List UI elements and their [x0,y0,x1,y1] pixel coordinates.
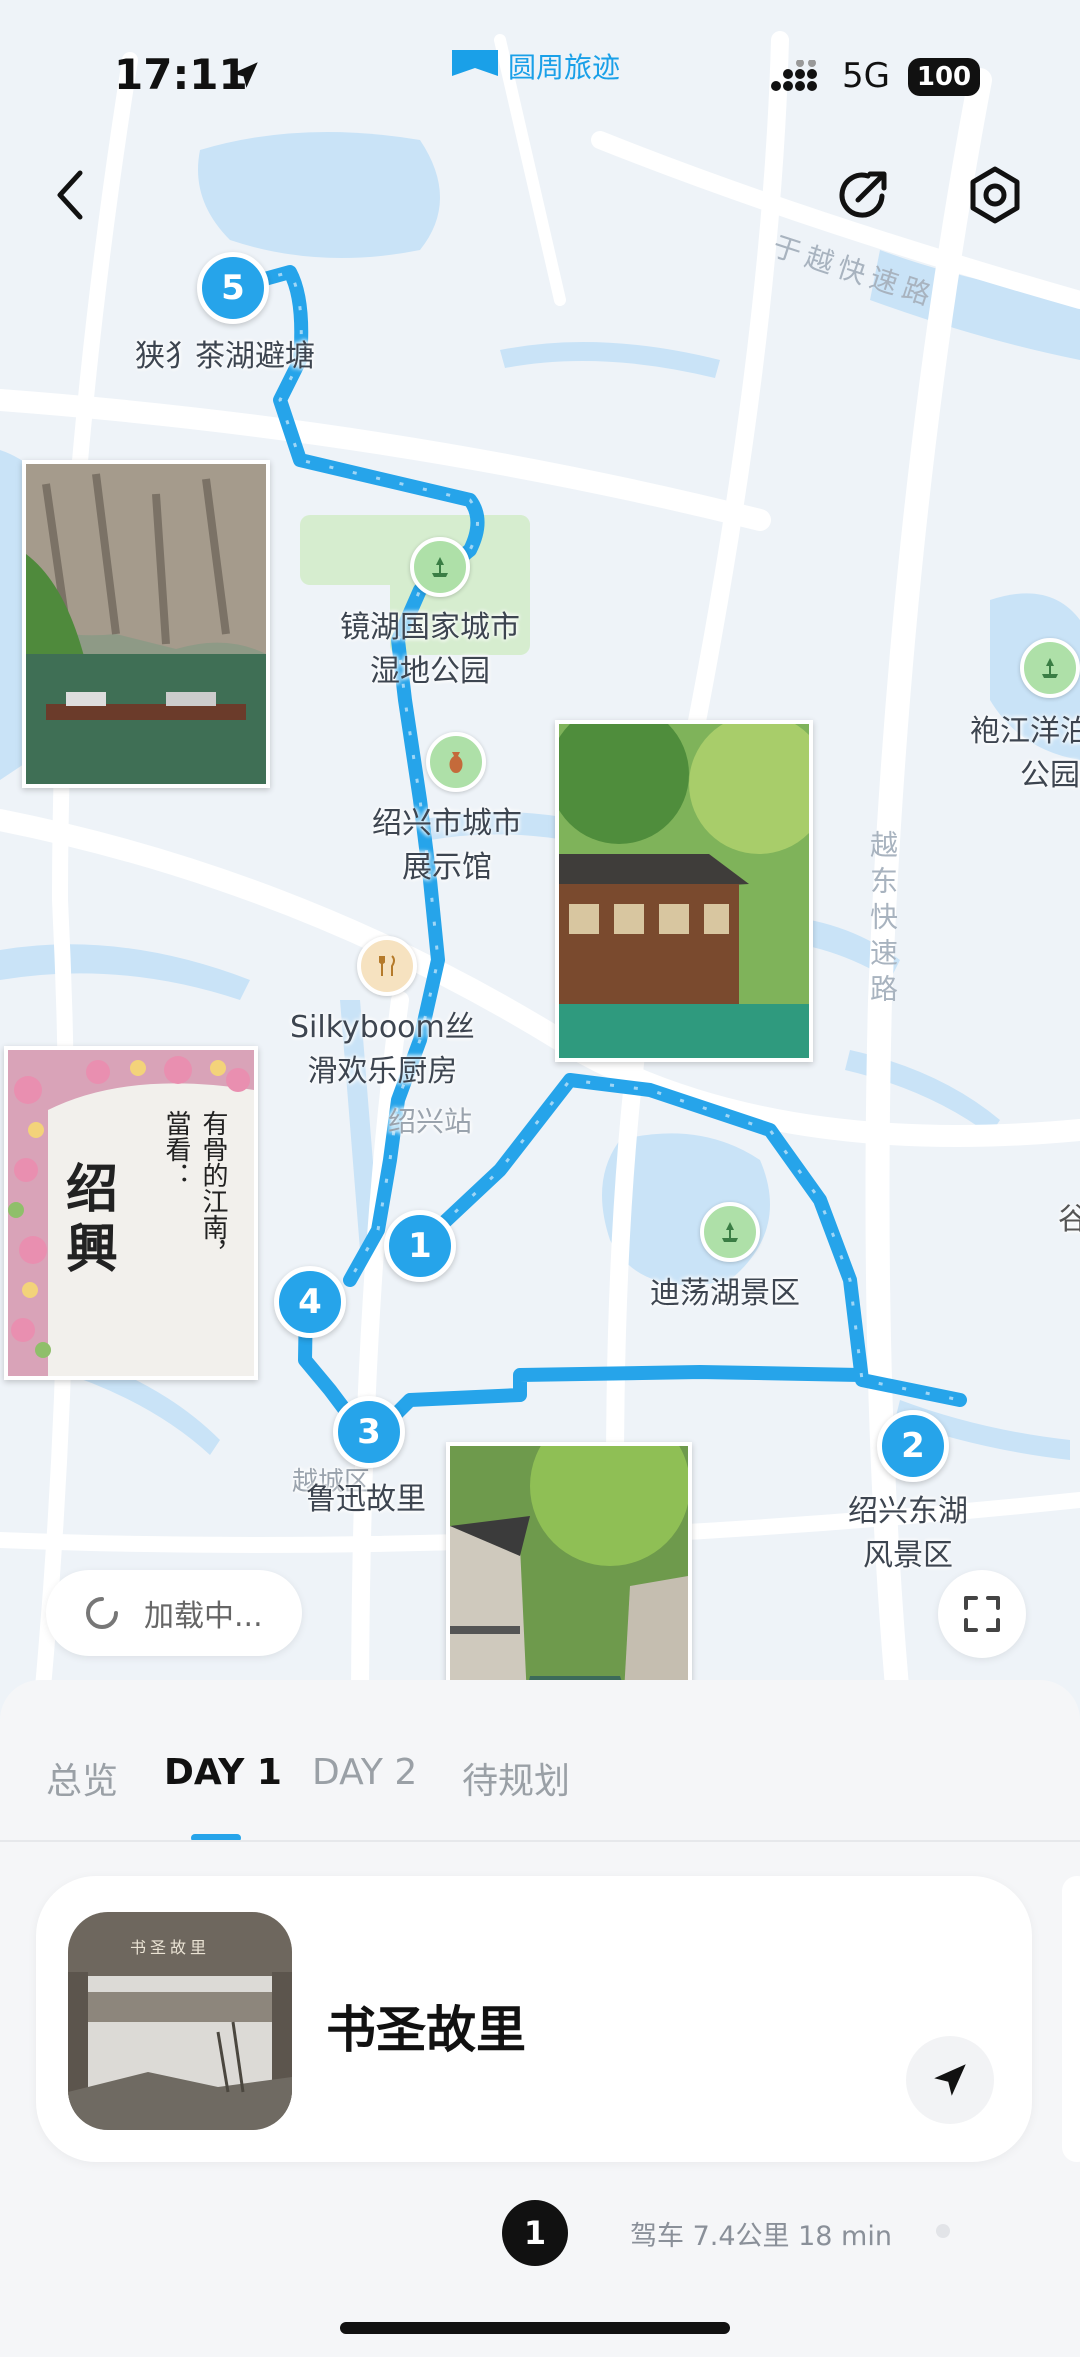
route-info: 驾车 7.4公里 18 min [630,2221,892,2252]
home-indicator [340,2322,730,2334]
loading-text: 加载中... [144,1599,263,1634]
fullscreen-icon [964,1596,1000,1632]
route-stop-1[interactable]: 1 [384,1210,456,1282]
map-label-paojiang: 袍江洋泊 公园 [970,714,1080,793]
battery-icon: 100 [908,58,980,96]
thumbnail-sign-text: 书圣故里 [130,1938,211,1957]
back-button[interactable] [40,160,100,230]
map-label-jinghu: 镜湖国家城市 湿地公园 [340,610,520,689]
tab-day1[interactable]: DAY 1 [164,1752,282,1793]
loading-indicator: 加载中... [46,1570,302,1656]
battery-level: 100 [916,62,972,92]
poi-restaurant-icon[interactable] [357,936,417,996]
poi-museum-icon[interactable] [426,732,486,792]
navigate-icon [934,2064,966,2096]
poi-park-icon[interactable] [410,537,470,597]
settings-icon [970,166,1020,224]
map-label-donghu: 绍兴东湖 风景区 [848,1494,968,1573]
tab-day2[interactable]: DAY 2 [312,1752,417,1793]
brand-flag-icon [452,50,498,80]
map-label-stop5: 狭犭茶湖避塘 [135,339,315,374]
place-title: 书圣故里 [326,2001,526,2059]
tab-divider [0,1840,1080,1842]
brand-text: 圆周旅迹 [508,51,621,84]
settings-button[interactable] [962,162,1028,228]
network-label: 5G [842,56,890,96]
poi-didang-icon[interactable] [700,1202,760,1262]
road-label-yuedong: 越东快速路 [866,830,899,1010]
tab-unplanned[interactable]: 待规划 [462,1752,570,1804]
route-step-number: 1 [523,2214,547,2252]
map-label-station: 绍兴站 [388,1105,473,1138]
map-label-silkyboom: Silkyboom丝 滑欢乐厨房 [290,1010,475,1089]
route-dot [936,2224,950,2238]
fullscreen-button[interactable] [938,1570,1026,1658]
route-stop-2[interactable]: 2 [877,1410,949,1482]
tab-overview[interactable]: 总览 [46,1752,118,1804]
route-stop-4[interactable]: 4 [274,1266,346,1338]
navigate-button[interactable] [906,2036,994,2124]
share-icon [839,171,887,218]
photo-cliff-lake[interactable] [22,460,270,788]
poi-paojiang-icon[interactable] [1020,638,1080,698]
loading-spinner-icon [86,1597,118,1629]
route-step-badge: 1 [502,2200,568,2266]
photo-old-house[interactable] [555,720,813,1062]
share-button[interactable] [830,162,896,228]
photo-shaoxing-wall[interactable]: 绍興 有骨的江南， 當看： [4,1046,258,1380]
back-icon [57,170,83,220]
map-label-didang: 迪荡湖景区 [650,1276,800,1311]
map-label-gu: 谷 [1058,1202,1080,1237]
photo-calligraphy-shaoxing: 绍興 [66,1159,119,1280]
photo-calligraphy-poem: 有骨的江南， 當看： [161,1110,228,1266]
map-label-museum: 绍兴市城市 展示馆 [372,806,522,885]
map-label-luxun: 鲁迅故里 [306,1482,426,1517]
place-thumbnail[interactable]: 书圣故里 [68,1912,292,2130]
next-card-edge [1062,1876,1080,2162]
location-arrow-icon [228,58,262,96]
signal-icon [770,59,826,96]
route-stop-3[interactable]: 3 [333,1396,405,1468]
route-stop-5[interactable]: 5 [197,252,269,324]
